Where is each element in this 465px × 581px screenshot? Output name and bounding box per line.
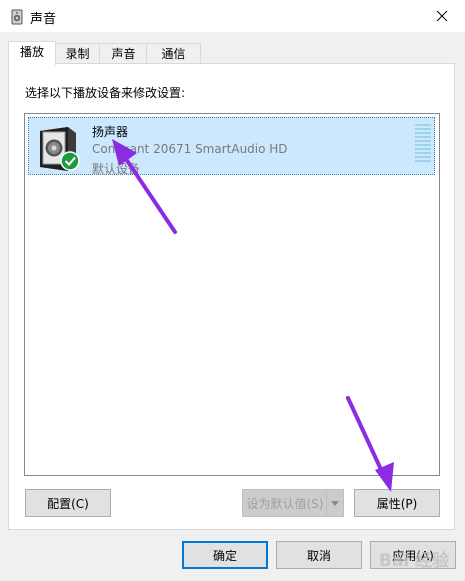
title-bar: 声音	[0, 0, 465, 32]
configure-button[interactable]: 配置(C)	[25, 489, 111, 517]
device-status: 默认设备	[92, 162, 141, 176]
tab-playback[interactable]: 播放	[8, 41, 56, 65]
playback-panel: 选择以下播放设备来修改设置: 扬声器 Conexant 20671 SmartA…	[8, 63, 455, 530]
watermark: Bai 经验	[368, 538, 460, 578]
sound-dialog: 声音 播放 录制 声音 通信 选择以下播放设备来修改设置: 扬声器 Conexa…	[0, 0, 465, 581]
volume-level-meter	[415, 124, 431, 166]
ok-button[interactable]: 确定	[182, 541, 268, 569]
default-check-icon	[60, 151, 80, 171]
device-item-speakers[interactable]: 扬声器 Conexant 20671 SmartAudio HD 默认设备	[28, 117, 435, 176]
chevron-down-icon	[331, 500, 339, 506]
cancel-button[interactable]: 取消	[276, 541, 362, 569]
window-title: 声音	[30, 12, 57, 27]
instruction-label: 选择以下播放设备来修改设置:	[25, 86, 186, 100]
properties-button[interactable]: 属性(P)	[354, 489, 440, 517]
set-default-button[interactable]: 设为默认值(S)	[242, 489, 328, 517]
device-name: 扬声器	[92, 125, 129, 139]
tab-sounds[interactable]: 声音	[99, 43, 148, 64]
device-description: Conexant 20671 SmartAudio HD	[92, 142, 288, 156]
tab-communications[interactable]: 通信	[146, 43, 201, 64]
speaker-device-icon	[40, 127, 80, 171]
watermark-text: Bai 经验	[378, 550, 450, 571]
close-button[interactable]	[419, 0, 465, 32]
set-default-dropdown[interactable]	[326, 489, 344, 517]
playback-device-list[interactable]: 扬声器 Conexant 20671 SmartAudio HD 默认设备	[24, 113, 440, 476]
tab-recording[interactable]: 录制	[54, 43, 101, 64]
speaker-app-icon	[11, 9, 23, 25]
close-icon	[436, 10, 448, 22]
